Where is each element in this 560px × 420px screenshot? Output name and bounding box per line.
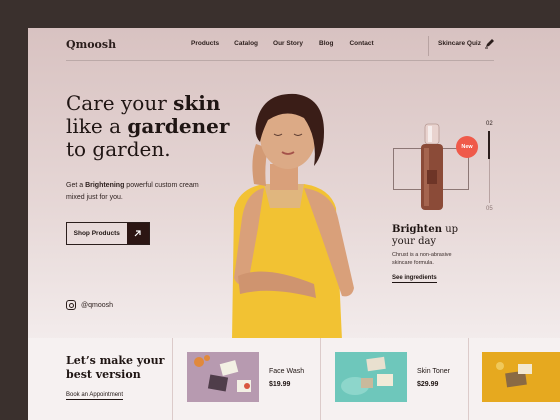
nav-contact[interactable]: Contact [349,40,373,47]
landing-page: Qmoosh Products Catalog Our Story Blog C… [28,28,560,420]
bottom-section: Let’s make your best version Book an App… [28,338,560,420]
featured-title: Brighten up your day [392,224,458,248]
skin-toner-image[interactable] [335,352,407,402]
featured-title-text: up [442,224,459,235]
pen-icon[interactable] [484,37,496,49]
shop-products-button[interactable]: Shop Products [66,222,150,245]
skin-toner-price: $29.99 [417,381,439,388]
new-badge: New [456,136,478,158]
face-wash-price: $19.99 [269,381,291,388]
model-image [232,93,354,340]
subtitle-text: Get a [66,182,86,189]
header-rule [66,60,494,61]
featured-description: Chrust is a non-abrasive skincare formul… [392,252,452,266]
promo-title: Let’s make your best version [66,354,165,381]
skincare-quiz-link[interactable]: Skincare Quiz [438,40,481,47]
featured-title-emphasis: Brighten [392,224,443,235]
header-divider [428,36,429,56]
section-divider [172,338,173,420]
face-wash-image[interactable] [187,352,259,402]
hero-subtitle: Get a Brightening powerful custom cream … [66,180,216,204]
serum-bottle-image[interactable] [408,120,458,212]
pager-current: 02 [486,121,493,127]
instagram-icon [66,300,76,310]
skin-toner-name[interactable]: Skin Toner [417,368,450,375]
third-product-image[interactable] [482,352,560,402]
main-nav: Products Catalog Our Story Blog Contact [191,40,374,47]
arrow-up-right-icon [126,223,149,244]
pager-indicator[interactable] [488,131,490,159]
section-divider [320,338,321,420]
face-wash-name[interactable]: Face Wash [269,368,304,375]
subtitle-emphasis: Brightening [85,182,125,189]
see-ingredients-link[interactable]: See ingredients [392,275,437,283]
nav-blog[interactable]: Blog [319,40,333,47]
pager-total: 05 [486,206,493,212]
book-appointment-link[interactable]: Book an Appointment [66,392,124,400]
nav-products[interactable]: Products [191,40,219,47]
section-divider [468,338,469,420]
logo[interactable]: Qmoosh [66,38,116,51]
headline-text: to garden. [66,137,171,161]
headline-text: like a [66,114,128,138]
headline-text: Care your [66,91,174,115]
shop-products-label: Shop Products [73,230,120,237]
header: Qmoosh Products Catalog Our Story Blog C… [28,28,560,64]
featured-title-text: your day [392,236,437,247]
nav-catalog[interactable]: Catalog [234,40,258,47]
instagram-handle: @qmoosh [81,301,114,309]
instagram-link[interactable]: @qmoosh [66,300,113,310]
nav-our-story[interactable]: Our Story [273,40,303,47]
